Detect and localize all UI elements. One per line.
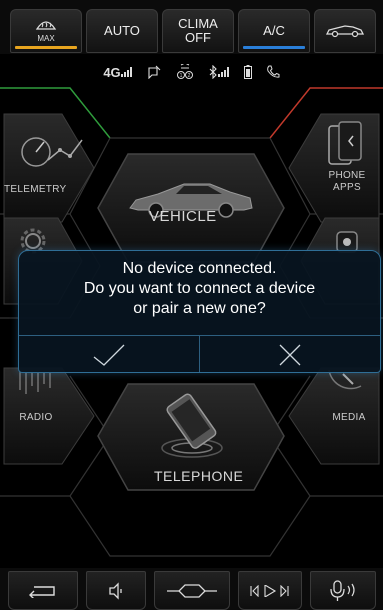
media-tile[interactable]: MEDIA bbox=[289, 368, 379, 464]
max-active-indicator bbox=[15, 46, 77, 49]
voice-icon bbox=[330, 579, 355, 601]
radio-icon bbox=[19, 372, 51, 394]
voice-button[interactable] bbox=[310, 571, 376, 610]
back-icon bbox=[29, 585, 55, 598]
max-defrost-button[interactable]: MAX bbox=[10, 9, 82, 53]
phone-apps-tile[interactable]: PHONE APPS bbox=[289, 114, 379, 222]
dialog-message-line1: No device connected. bbox=[122, 260, 277, 277]
telephone-phone-icon bbox=[161, 393, 223, 458]
phone-apps-icon bbox=[328, 121, 362, 165]
svg-text:2: 2 bbox=[187, 73, 190, 79]
media-controls-icon bbox=[250, 584, 289, 597]
telemetry-tile[interactable]: TELEMETRY bbox=[4, 114, 94, 222]
cancel-button[interactable] bbox=[200, 336, 380, 374]
cellular-signal-icon bbox=[120, 67, 132, 77]
no-device-dialog: No device connected. Do you want to conn… bbox=[18, 250, 381, 373]
volume-button[interactable] bbox=[86, 571, 146, 610]
battery-icon bbox=[243, 65, 252, 79]
bluetooth-icon bbox=[209, 65, 217, 79]
dialog-message-line3: or pair a new one? bbox=[133, 300, 266, 317]
telephone-label: TELEPHONE bbox=[154, 468, 244, 484]
radio-label: RADIO bbox=[19, 412, 53, 423]
phone-apps-label: PHONE APPS bbox=[319, 170, 375, 194]
clima-label-line2: OFF bbox=[185, 30, 211, 45]
vehicle-label: VEHICLE bbox=[149, 208, 217, 225]
telephone-tile[interactable]: TELEPHONE bbox=[98, 384, 284, 490]
telemetry-icon bbox=[21, 137, 83, 167]
auto-button[interactable]: AUTO bbox=[86, 9, 158, 53]
ac-label: A/C bbox=[263, 23, 285, 38]
checkmark-icon bbox=[93, 344, 125, 366]
car-settings-button[interactable] bbox=[314, 9, 376, 53]
bluetooth-signal-icon bbox=[217, 67, 229, 77]
car-icon bbox=[325, 25, 365, 38]
windshield-defrost-icon bbox=[35, 20, 57, 30]
dual-sim-icon: 1 2 bbox=[176, 64, 193, 79]
status-bar: 4G 1 2 bbox=[0, 58, 383, 86]
clima-off-button[interactable]: CLIMA OFF bbox=[162, 9, 234, 53]
network-label: 4G bbox=[103, 64, 121, 80]
telemetry-label: TELEMETRY bbox=[4, 184, 67, 195]
bluetooth-indicator bbox=[209, 65, 230, 79]
no-message-icon bbox=[148, 65, 161, 79]
confirm-button[interactable] bbox=[19, 336, 199, 374]
climate-bar: MAX AUTO CLIMA OFF A/C bbox=[0, 0, 383, 54]
volume-icon bbox=[109, 581, 122, 600]
max-label: MAX bbox=[37, 33, 55, 43]
ac-button[interactable]: A/C bbox=[238, 9, 310, 53]
phone-call-icon bbox=[266, 65, 280, 78]
ac-active-indicator bbox=[243, 46, 305, 49]
bottom-navigation-bar bbox=[0, 568, 383, 610]
dialog-message-line2: Do you want to connect a device bbox=[83, 280, 316, 297]
auto-label: AUTO bbox=[104, 23, 140, 38]
svg-text:1: 1 bbox=[179, 73, 182, 79]
dialog-message: No device connected. Do you want to conn… bbox=[19, 259, 380, 319]
home-icon bbox=[167, 583, 217, 598]
network-indicator: 4G bbox=[103, 65, 132, 80]
media-label: MEDIA bbox=[332, 412, 366, 423]
back-button[interactable] bbox=[8, 571, 78, 610]
media-controls-button[interactable] bbox=[238, 571, 302, 610]
home-button[interactable] bbox=[154, 571, 230, 610]
phone-apps-label-line2: APPS bbox=[333, 182, 361, 193]
clima-label-line1: CLIMA bbox=[178, 16, 218, 31]
phone-apps-label-line1: PHONE bbox=[328, 170, 366, 181]
radio-tile[interactable]: RADIO bbox=[4, 368, 94, 464]
close-icon bbox=[279, 344, 301, 366]
